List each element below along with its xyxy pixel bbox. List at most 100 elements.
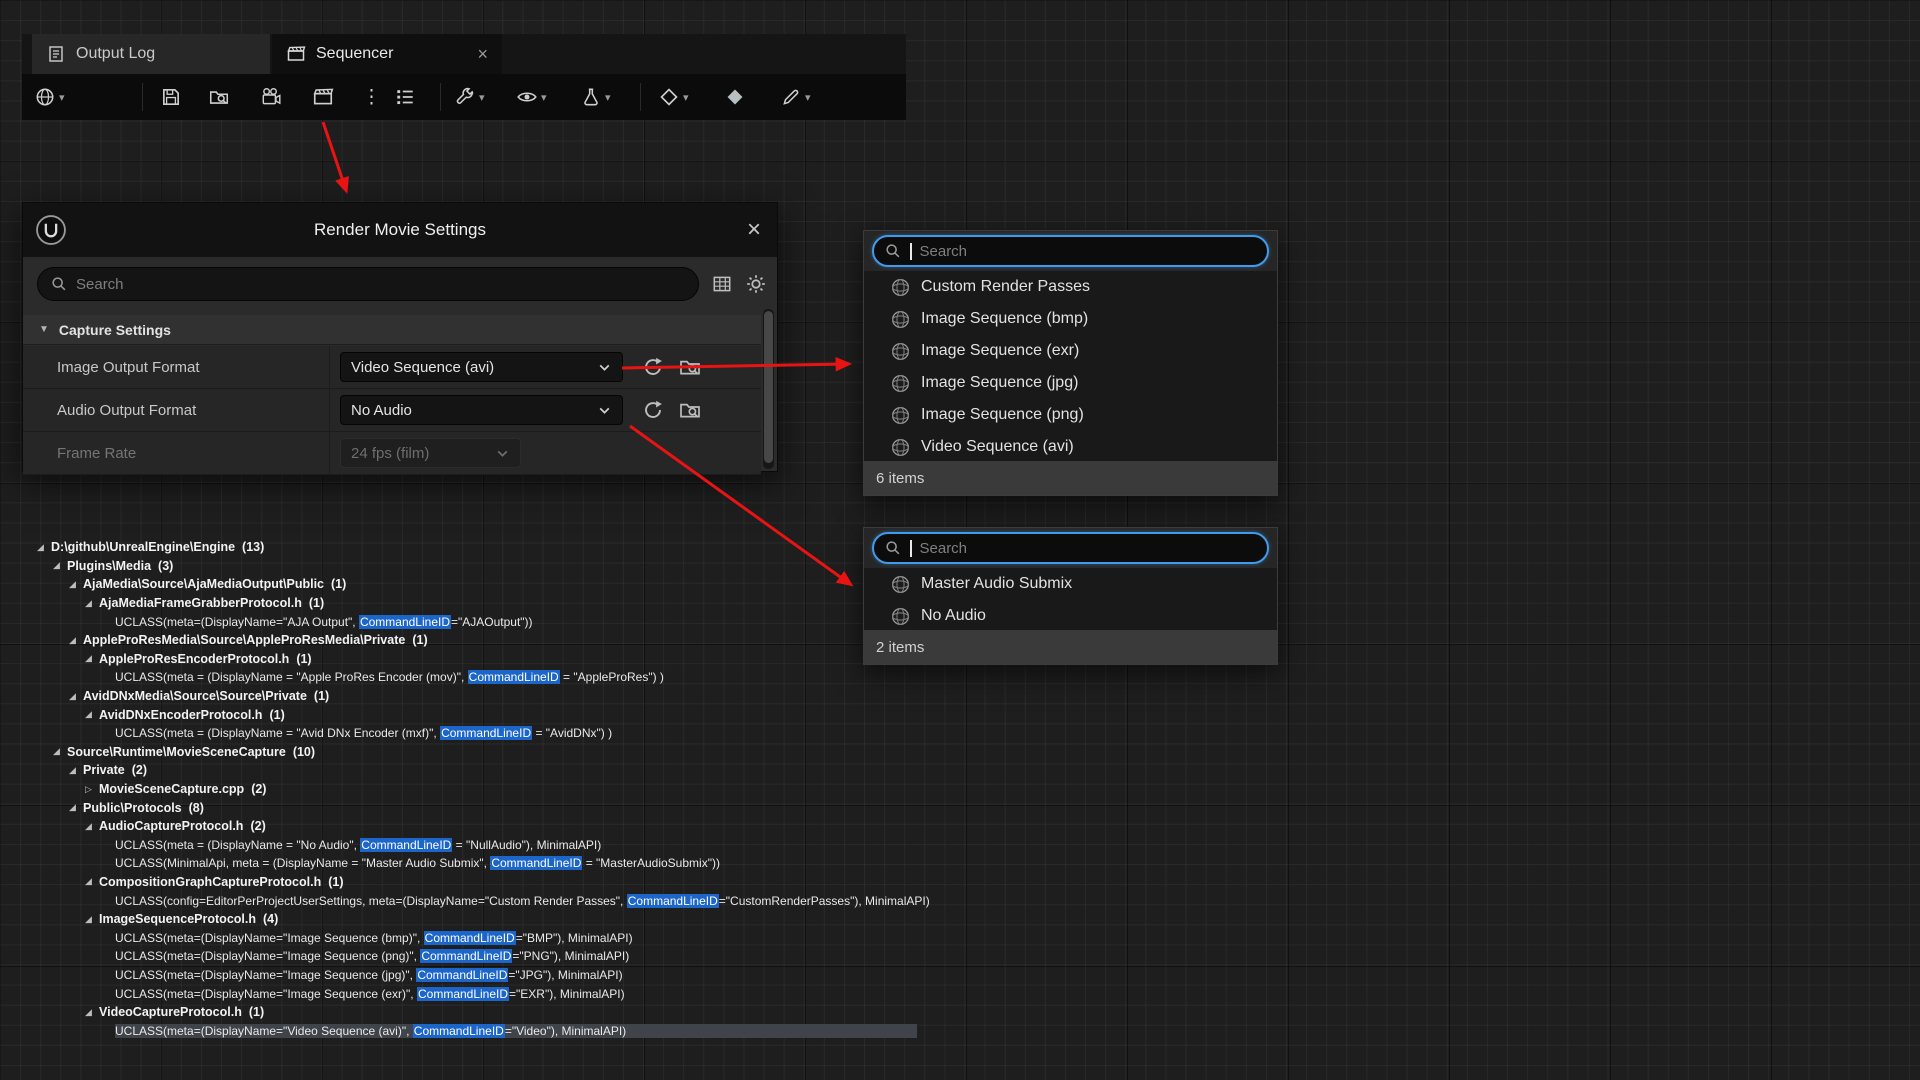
collapsed-twisty-icon[interactable]: ▷ xyxy=(85,785,99,794)
diamond-filled-icon xyxy=(724,86,746,108)
tree-node[interactable]: ◢Private(2) xyxy=(37,761,917,780)
tree-node[interactable]: ◢ImageSequenceProtocol.h(4) xyxy=(37,910,917,929)
tree-node[interactable]: ◢AudioCaptureProtocol.h(2) xyxy=(37,817,917,836)
expanded-twisty-icon[interactable]: ◢ xyxy=(85,710,99,719)
expanded-twisty-icon[interactable]: ◢ xyxy=(69,803,83,812)
capture-settings-section-header[interactable]: ▼ Capture Settings xyxy=(23,315,761,345)
search-result-line[interactable]: UCLASS(meta=(DisplayName="Video Sequence… xyxy=(37,1021,917,1040)
outliner-button[interactable] xyxy=(394,74,416,120)
toolbar-separator xyxy=(640,83,641,111)
column-view-icon[interactable] xyxy=(711,273,733,295)
search-result-line[interactable]: UCLASS(meta=(DisplayName="Image Sequence… xyxy=(37,966,917,985)
close-tab-icon[interactable]: × xyxy=(477,45,488,63)
tree-node[interactable]: ◢AppleProResMedia\Source\AppleProResMedi… xyxy=(37,631,917,650)
pen-icon xyxy=(780,86,802,108)
tools-button[interactable]: ▾ xyxy=(454,74,485,120)
more-options-button[interactable]: ⋮ xyxy=(362,74,381,120)
expanded-twisty-icon[interactable]: ◢ xyxy=(53,561,67,570)
use-selected-icon[interactable] xyxy=(641,398,665,422)
world-button[interactable]: ▾ xyxy=(34,74,65,120)
search-result-line[interactable]: UCLASS(meta=(DisplayName="Image Sequence… xyxy=(37,984,917,1003)
search-result-line[interactable]: UCLASS(MinimalApi, meta = (DisplayName =… xyxy=(37,854,917,873)
expanded-twisty-icon[interactable]: ◢ xyxy=(69,636,83,645)
search-result-line[interactable]: UCLASS(meta = (DisplayName = "Apple ProR… xyxy=(37,668,917,687)
class-sphere-icon xyxy=(890,341,911,362)
expanded-twisty-icon[interactable]: ◢ xyxy=(69,766,83,775)
tree-node[interactable]: ◢AjaMedia\Source\AjaMediaOutput\Public(1… xyxy=(37,575,917,594)
tree-node[interactable]: ◢VideoCaptureProtocol.h(1) xyxy=(37,1003,917,1022)
search-result-line[interactable]: UCLASS(config=EditorPerProjectUserSettin… xyxy=(37,891,917,910)
tree-node[interactable]: ◢Public\Protocols(8) xyxy=(37,798,917,817)
dropdown-option[interactable]: Custom Render Passes xyxy=(864,271,1277,303)
settings-gear-icon[interactable] xyxy=(745,273,767,295)
search-icon xyxy=(50,275,68,293)
image-output-format-dropdown[interactable]: Video Sequence (avi) xyxy=(340,352,623,382)
keyframe-options-button[interactable]: ▾ xyxy=(658,74,689,120)
search-result-line[interactable]: UCLASS(meta=(DisplayName="Image Sequence… xyxy=(37,947,917,966)
expanded-twisty-icon[interactable]: ◢ xyxy=(37,543,51,552)
scrollbar-thumb[interactable] xyxy=(764,311,773,463)
expanded-twisty-icon[interactable]: ◢ xyxy=(85,915,99,924)
search-result-line[interactable]: UCLASS(meta=(DisplayName="Image Sequence… xyxy=(37,928,917,947)
dialog-close-button[interactable]: × xyxy=(747,218,761,242)
tree-node[interactable]: ◢AvidDNxEncoderProtocol.h(1) xyxy=(37,705,917,724)
dropdown-option[interactable]: Image Sequence (png) xyxy=(864,399,1277,431)
browse-icon[interactable] xyxy=(678,355,702,379)
view-options-button[interactable]: ▾ xyxy=(516,74,547,120)
settings-search-input[interactable]: Search xyxy=(37,267,699,301)
dropdown-search-row: Search xyxy=(864,231,1277,271)
dropdown-search-input[interactable]: Search xyxy=(872,235,1269,267)
setting-label: Audio Output Format xyxy=(57,389,196,431)
render-movie-button[interactable] xyxy=(312,74,334,120)
expanded-twisty-icon[interactable]: ◢ xyxy=(85,877,99,886)
tree-node[interactable]: ◢CompositionGraphCaptureProtocol.h(1) xyxy=(37,873,917,892)
search-result-line[interactable]: UCLASS(meta = (DisplayName = "No Audio",… xyxy=(37,836,917,855)
dropdown-option[interactable]: No Audio xyxy=(864,600,1277,632)
test-options-button[interactable]: ▾ xyxy=(580,74,611,120)
find-in-content-browser-button[interactable] xyxy=(208,74,230,120)
browse-icon[interactable] xyxy=(678,398,702,422)
dropdown-option[interactable]: Image Sequence (exr) xyxy=(864,335,1277,367)
use-selected-icon[interactable] xyxy=(641,355,665,379)
clapperboard-icon xyxy=(312,86,334,108)
expanded-twisty-icon[interactable]: ◢ xyxy=(69,692,83,701)
tab-output-log[interactable]: Output Log xyxy=(32,34,270,74)
curve-edit-button[interactable]: ▾ xyxy=(780,74,811,120)
tree-node[interactable]: ◢AjaMediaFrameGrabberProtocol.h(1) xyxy=(37,594,917,613)
dropdown-option[interactable]: Image Sequence (jpg) xyxy=(864,367,1277,399)
tree-node[interactable]: ◢D:\github\UnrealEngine\Engine(13) xyxy=(37,538,917,557)
dropdown-option[interactable]: Master Audio Submix xyxy=(864,568,1277,600)
tree-node[interactable]: ▷MovieSceneCapture.cpp(2) xyxy=(37,780,917,799)
expanded-twisty-icon[interactable]: ◢ xyxy=(69,580,83,589)
option-label: Video Sequence (avi) xyxy=(921,438,1074,456)
dialog-titlebar[interactable]: Render Movie Settings × xyxy=(23,203,777,257)
search-result-line[interactable]: UCLASS(meta=(DisplayName="AJA Output", C… xyxy=(37,612,917,631)
cine-camera-button[interactable] xyxy=(260,74,282,120)
dialog-scrollbar[interactable] xyxy=(763,309,774,469)
unreal-editor-canvas: Output Log Sequencer × ▾ ⋮ xyxy=(0,0,1920,1080)
tab-sequencer[interactable]: Sequencer × xyxy=(272,34,502,74)
tree-node[interactable]: ◢AvidDNxMedia\Source\Source\Private(1) xyxy=(37,687,917,706)
save-button[interactable] xyxy=(160,74,182,120)
match-highlight: CommandLineID xyxy=(417,987,509,1001)
auto-key-button[interactable] xyxy=(724,74,746,120)
search-result-line[interactable]: UCLASS(meta = (DisplayName = "Avid DNx E… xyxy=(37,724,917,743)
expanded-twisty-icon[interactable]: ◢ xyxy=(53,747,67,756)
expanded-twisty-icon[interactable]: ◢ xyxy=(85,1008,99,1017)
search-placeholder: Search xyxy=(920,243,968,260)
tree-node[interactable]: ◢AppleProResEncoderProtocol.h(1) xyxy=(37,650,917,669)
expanded-twisty-icon[interactable]: ◢ xyxy=(85,599,99,608)
sequencer-toolbar: ▾ ⋮ ▾ ▾ ▾ xyxy=(22,74,906,120)
dropdown-option[interactable]: Image Sequence (bmp) xyxy=(864,303,1277,335)
search-placeholder: Search xyxy=(920,540,968,557)
tree-node[interactable]: ◢Plugins\Media(3) xyxy=(37,557,917,576)
dropdown-option[interactable]: Video Sequence (avi) xyxy=(864,431,1277,463)
diamond-outline-icon xyxy=(658,86,680,108)
expanded-twisty-icon[interactable]: ◢ xyxy=(85,654,99,663)
audio-output-format-dropdown[interactable]: No Audio xyxy=(340,395,623,425)
dropdown-search-input[interactable]: Search xyxy=(872,532,1269,564)
column-divider xyxy=(329,432,330,474)
expanded-twisty-icon[interactable]: ◢ xyxy=(85,822,99,831)
tree-node[interactable]: ◢Source\Runtime\MovieSceneCapture(10) xyxy=(37,743,917,762)
option-label: Image Sequence (png) xyxy=(921,406,1084,424)
